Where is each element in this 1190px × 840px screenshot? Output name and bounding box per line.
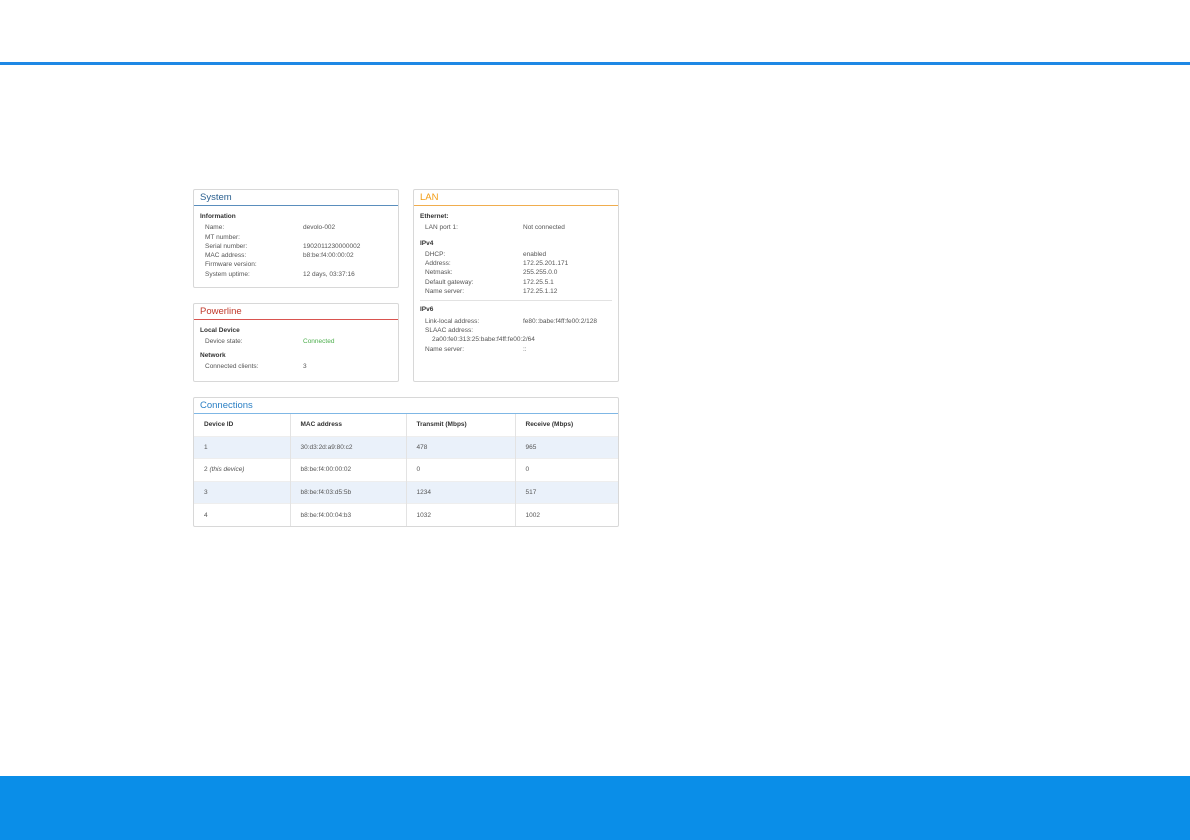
info-label: Name: (205, 224, 225, 232)
table-header-row: Device ID MAC address Transmit (Mbps) Re… (194, 414, 618, 436)
ipv4-value: 172.25.1.12 (523, 288, 558, 296)
mac-cell: b8:be:f4:00:04:b3 (290, 503, 407, 526)
device-id: 4 (204, 511, 208, 519)
link-local-row: Link-local address: fe80::babe:f4ff:fe00… (420, 317, 612, 326)
ipv-divider (420, 300, 612, 302)
receive-cell: 1002 (515, 503, 618, 526)
local-device-section-heading: Local Device (200, 327, 240, 334)
system-row-mac: MAC address: b8:be:f4:00:00:02 (200, 251, 392, 260)
connections-panel-title: Connections (194, 398, 618, 414)
info-value: 1902011230000002 (303, 242, 361, 250)
ipv4-section-heading: IPv4 (420, 239, 434, 247)
ipv4-value: 255.255.0.0 (523, 269, 558, 277)
ethernet-section-heading: Ethernet: (420, 213, 449, 220)
ipv4-row-gateway: Default gateway: 172.25.5.1 (420, 278, 612, 287)
receive-cell: 0 (515, 458, 618, 481)
device-state-label: Device state: (205, 338, 243, 346)
receive-cell: 965 (515, 435, 618, 459)
ipv4-label: Netmask: (425, 269, 453, 277)
info-value: devolo-002 (303, 224, 336, 232)
info-value: b8:be:f4:00:00:02 (303, 252, 354, 260)
transmit-cell: 1032 (406, 503, 516, 526)
connected-clients-row: Connected clients: 3 (200, 362, 392, 371)
ipv4-row-address: Address: 172.25.201.171 (420, 259, 612, 268)
system-panel-title: System (194, 190, 398, 206)
footer-bar (0, 776, 1190, 840)
device-id-cell: 3 (194, 480, 291, 504)
connections-table: Device ID MAC address Transmit (Mbps) Re… (194, 414, 618, 526)
device-state-value: Connected (303, 338, 335, 346)
system-row-name: Name: devolo-002 (200, 223, 392, 232)
mac-cell: 30:d3:2d:a9:80:c2 (290, 435, 407, 459)
lan-panel-title: LAN (414, 190, 618, 206)
system-row-mt-number: MT number: (200, 233, 392, 242)
device-id: 1 (204, 443, 208, 451)
ipv4-row-netmask: Netmask: 255.255.0.0 (420, 268, 612, 277)
info-label: Serial number: (205, 242, 248, 250)
device-id-cell: 1 (194, 435, 291, 459)
network-section-heading: Network (200, 351, 226, 359)
device-id: 2 (204, 466, 208, 474)
ipv6-nameserver-label: Name server: (425, 345, 465, 353)
table-row: 2 (this device) b8:be:f4:00:00:02 0 0 (194, 458, 618, 481)
column-header-transmit[interactable]: Transmit (Mbps) (406, 414, 516, 436)
info-value: 12 days, 03:37:16 (303, 270, 355, 278)
ipv4-value: 172.25.5.1 (523, 278, 554, 286)
transmit-cell: 0 (406, 458, 516, 481)
transmit-cell: 478 (406, 435, 516, 459)
column-header-mac[interactable]: MAC address (290, 414, 407, 436)
info-label: MAC address: (205, 252, 247, 260)
mac-cell: b8:be:f4:00:00:02 (290, 458, 407, 481)
connected-clients-value: 3 (303, 362, 307, 370)
information-section-heading: Information (200, 213, 236, 220)
ipv4-value: 172.25.201.171 (523, 260, 569, 268)
system-row-firmware: Firmware version: (200, 260, 392, 269)
table-row: 3 b8:be:f4:03:d5:5b 1234 517 (194, 480, 618, 504)
ipv6-section-heading: IPv6 (420, 306, 434, 314)
header-rule (0, 62, 1190, 65)
system-row-uptime: System uptime: 12 days, 03:37:16 (200, 270, 392, 279)
slaac-value: 2a00:fe0:313:25:babe:f4ff:fe00:2/64 (432, 336, 535, 344)
link-local-label: Link-local address: (425, 317, 480, 325)
info-label: Firmware version: (205, 261, 257, 269)
lan-panel: LAN Ethernet: LAN port 1: Not connected … (413, 189, 619, 382)
device-id-cell: 2 (this device) (194, 458, 291, 481)
slaac-label: SLAAC address: (425, 326, 474, 334)
info-label: System uptime: (205, 270, 250, 278)
ipv6-nameserver-value: :: (523, 345, 527, 353)
ipv4-row-dhcp: DHCP: enabled (420, 250, 612, 259)
lan-port-label: LAN port 1: (425, 224, 458, 232)
ipv6-nameserver-row: Name server: :: (420, 345, 612, 354)
column-header-device-id[interactable]: Device ID (194, 414, 291, 436)
ipv4-label: Address: (425, 260, 451, 268)
ipv4-label: Default gateway: (425, 278, 474, 286)
ipv4-label: DHCP: (425, 250, 446, 258)
powerline-panel: Powerline Local Device Device state: Con… (193, 303, 399, 382)
ipv4-label: Name server: (425, 288, 465, 296)
connections-panel: Connections Device ID MAC address Transm… (193, 397, 619, 527)
this-device-note: (this device) (209, 466, 245, 474)
device-id: 3 (204, 488, 208, 496)
device-id-cell: 4 (194, 503, 291, 526)
table-row: 4 b8:be:f4:00:04:b3 1032 1002 (194, 503, 618, 526)
powerline-panel-title: Powerline (194, 304, 398, 320)
lan-port-row: LAN port 1: Not connected (420, 223, 612, 232)
link-local-value: fe80::babe:f4ff:fe00:2/128 (523, 317, 597, 325)
table-row: 1 30:d3:2d:a9:80:c2 478 965 (194, 435, 618, 459)
system-row-serial: Serial number: 1902011230000002 (200, 242, 392, 251)
lan-port-value: Not connected (523, 224, 565, 232)
ipv4-value: enabled (523, 250, 547, 258)
connected-clients-label: Connected clients: (205, 362, 259, 370)
mac-cell: b8:be:f4:03:d5:5b (290, 480, 407, 504)
receive-cell: 517 (515, 480, 618, 504)
transmit-cell: 1234 (406, 480, 516, 504)
column-header-receive[interactable]: Receive (Mbps) (515, 414, 618, 436)
system-panel: System Information Name: devolo-002 MT n… (193, 189, 399, 288)
ipv4-row-nameserver: Name server: 172.25.1.12 (420, 287, 612, 296)
device-state-row: Device state: Connected (200, 337, 392, 346)
slaac-row: SLAAC address: (420, 326, 612, 335)
info-label: MT number: (205, 233, 240, 241)
